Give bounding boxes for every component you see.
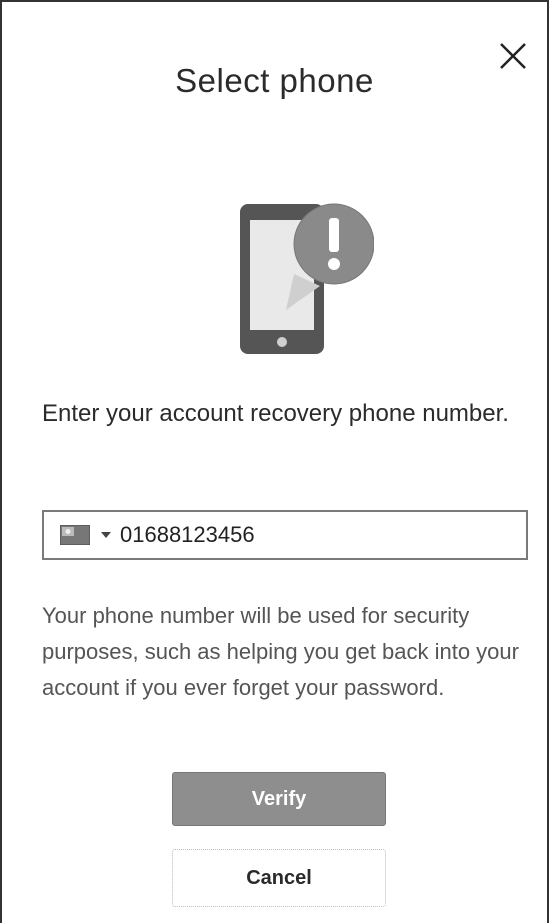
verify-button[interactable]: Verify xyxy=(172,772,386,826)
dialog-title: Select phone xyxy=(175,62,374,99)
security-help-text: Your phone number will be used for secur… xyxy=(42,603,519,700)
phone-alert-icon xyxy=(234,182,375,357)
cancel-button[interactable]: Cancel xyxy=(172,849,386,907)
country-dropdown[interactable] xyxy=(100,529,112,541)
country-selector[interactable] xyxy=(60,525,94,545)
select-phone-dialog: Select phone Enter your account recovery… xyxy=(0,0,549,923)
recovery-phone-prompt: Enter your account recovery phone number… xyxy=(42,400,509,427)
chevron-down-icon xyxy=(101,532,111,538)
phone-number-field[interactable] xyxy=(42,510,528,560)
phone-number-input[interactable] xyxy=(120,522,480,548)
country-flag-icon xyxy=(60,525,90,545)
